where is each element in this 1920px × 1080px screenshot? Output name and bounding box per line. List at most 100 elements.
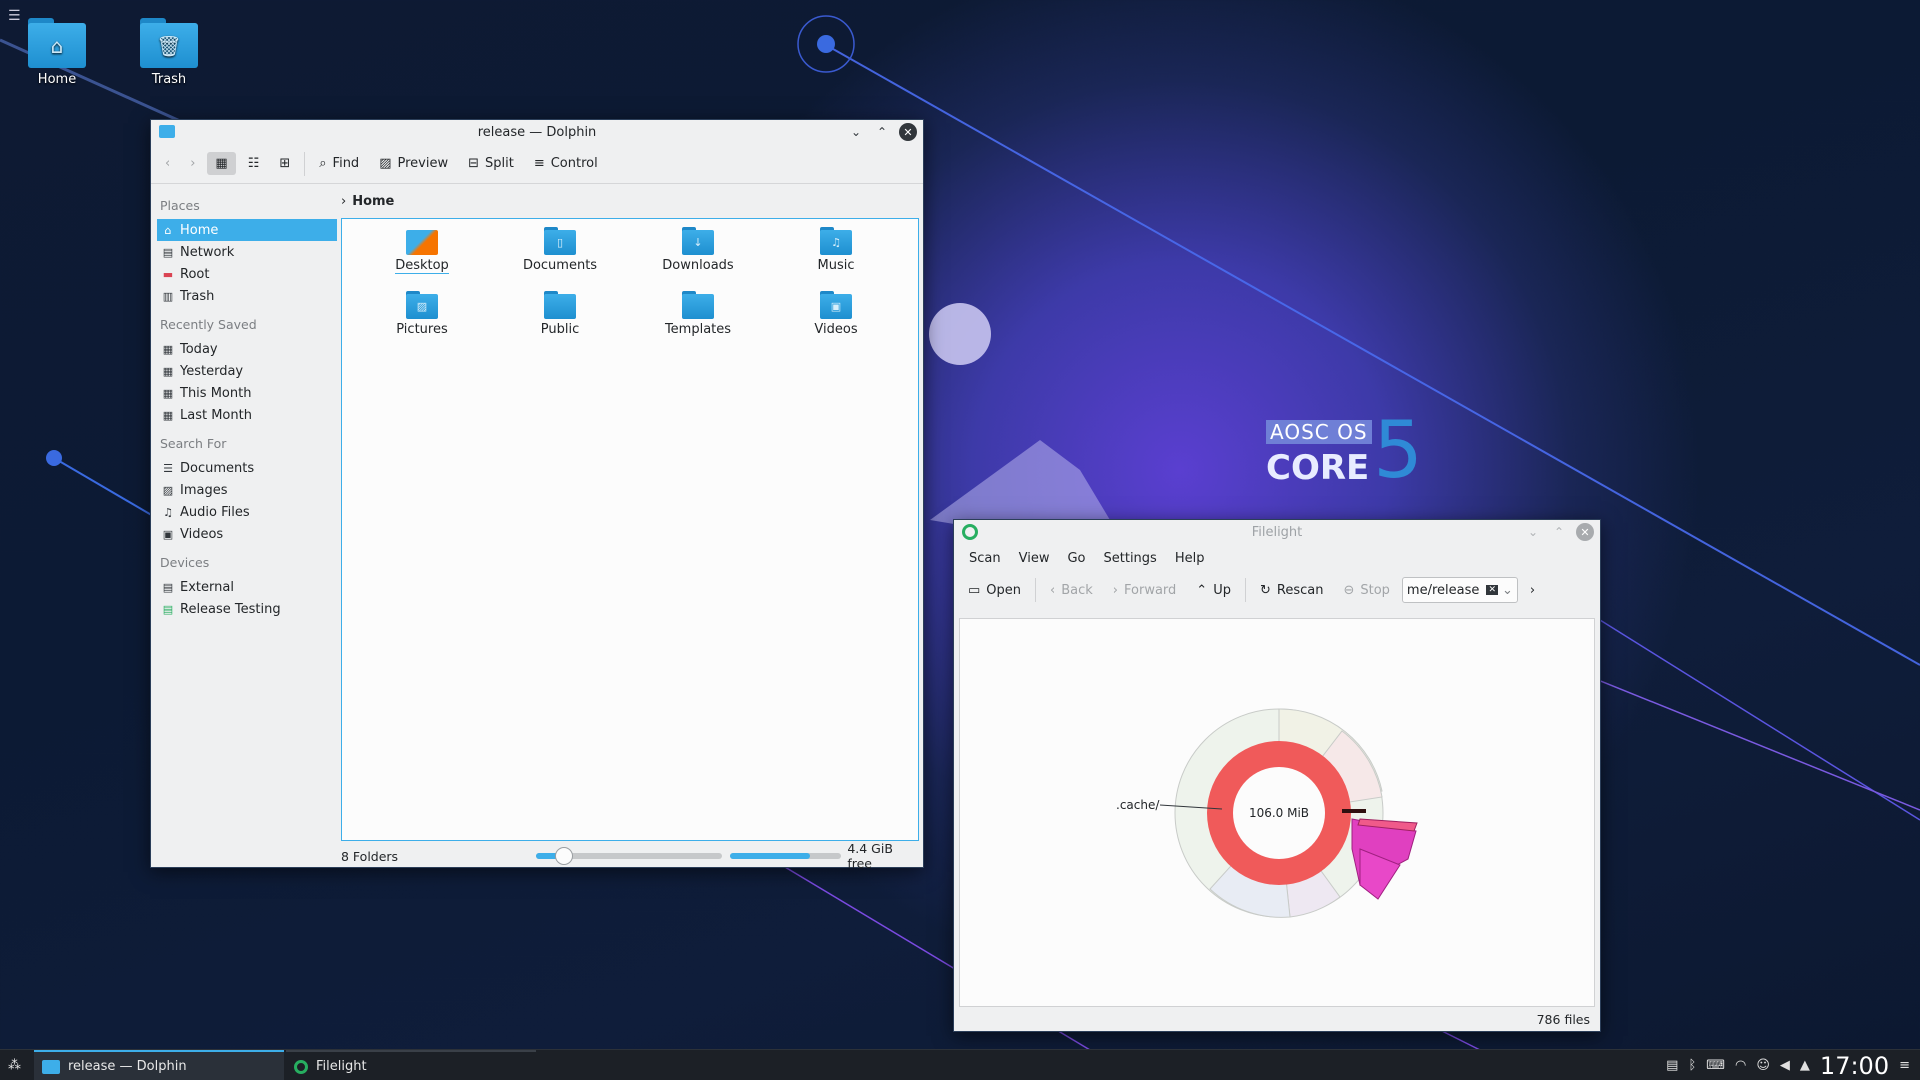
preview-button[interactable]: ▨ Preview [371,152,456,175]
minimize-icon[interactable]: ⌄ [847,123,865,141]
folder-pictures[interactable]: ▨ Pictures [362,291,482,337]
recent-this-month[interactable]: ▦ This Month [157,382,337,404]
device-external[interactable]: ▤ External [157,576,337,598]
clock[interactable]: 17:00 [1820,1052,1889,1080]
maximize-icon[interactable]: ⌃ [873,123,891,141]
place-trash[interactable]: ▥ Trash [157,285,337,307]
icons-view-icon[interactable]: ▦ [207,152,236,175]
filelight-task-icon [294,1059,308,1074]
control-label: Control [550,156,598,171]
menu-go[interactable]: Go [1058,551,1094,566]
home-icon: ⌂ [28,18,86,68]
recent-yesterday[interactable]: ▦ Yesterday [157,360,337,382]
file-view[interactable]: Desktop ▯ Documents ↓ Downloads ♫ Music … [341,218,919,841]
compact-view-icon[interactable]: ☷ [240,152,268,175]
up-button[interactable]: ⌃ Up [1188,579,1239,602]
place-label: Today [180,341,218,357]
folder-label: Videos [814,322,858,337]
menu-scan[interactable]: Scan [960,551,1010,566]
clear-icon[interactable]: ✕ [1486,585,1499,595]
dolphin-titlebar[interactable]: release — Dolphin ⌄ ⌃ ✕ [151,120,923,144]
window-title: release — Dolphin [477,124,597,140]
control-button[interactable]: ≡ Control [526,152,606,175]
desktop-icon-label: Home [37,72,77,87]
open-button[interactable]: ▭ Open [960,579,1029,602]
find-button[interactable]: ⌕ Find [311,152,367,175]
recent-today[interactable]: ▦ Today [157,338,337,360]
radial-map[interactable]: 106.0 MiB .cache/ [959,618,1595,1007]
panel-menu-icon[interactable]: ≡ [1899,1058,1910,1073]
recent-last-month[interactable]: ▦ Last Month [157,404,337,426]
folder-public[interactable]: Public [500,291,620,337]
zoom-slider-handle[interactable] [554,847,573,865]
search-images[interactable]: ▨ Images [157,479,337,501]
bluetooth-icon[interactable]: ᛒ [1688,1058,1696,1073]
task-label: release — Dolphin [68,1059,187,1074]
split-button[interactable]: ⊟ Split [460,152,522,175]
details-view-icon[interactable]: ⊞ [271,152,298,175]
segment-label: .cache/ [1116,798,1160,812]
back-button[interactable]: ‹ Back [1042,579,1101,602]
music-folder-icon: ♫ [820,227,852,255]
wifi-icon[interactable]: ◠ [1735,1058,1746,1073]
maximize-icon[interactable]: ⌃ [1550,523,1568,541]
breadcrumb[interactable]: › Home [341,194,394,209]
folder-label: Public [540,322,580,337]
stop-label: Stop [1360,582,1390,598]
back-icon[interactable]: ‹ [157,152,178,175]
menu-help[interactable]: Help [1166,551,1214,566]
place-label: Last Month [180,407,252,423]
forward-icon: › [1112,582,1118,598]
folder-music[interactable]: ♫ Music [776,227,896,273]
space-usage-bar [730,853,842,859]
search-audio[interactable]: ♫ Audio Files [157,501,337,523]
minimize-icon[interactable]: ⌄ [1524,523,1542,541]
forward-button[interactable]: › Forward [1105,579,1184,602]
section-header: Devices [160,555,210,570]
video-icon: ▣ [162,527,174,541]
volume-icon[interactable]: ◀ [1780,1058,1790,1073]
back-icon: ‹ [1050,582,1056,598]
desktop-home-icon[interactable]: ⌂ Home [12,18,102,87]
clipboard-icon[interactable]: ▤ [1666,1058,1678,1073]
search-videos[interactable]: ▣ Videos [157,523,337,545]
folder-videos[interactable]: ▣ Videos [776,291,896,337]
menu-view[interactable]: View [1010,551,1059,566]
split-label: Split [485,156,514,171]
zoom-slider[interactable] [535,847,723,865]
rescan-button[interactable]: ↻ Rescan [1252,579,1331,602]
place-label: Release Testing [180,601,281,617]
user-icon[interactable]: ☺ [1756,1058,1770,1073]
launcher-icon[interactable]: ⁂ [0,1050,34,1080]
close-icon[interactable]: ✕ [899,123,917,141]
tray-expand-icon[interactable]: ▲ [1800,1058,1810,1073]
keyboard-icon[interactable]: ⌨ [1706,1058,1725,1073]
place-label: Network [180,244,235,260]
folder-documents[interactable]: ▯ Documents [500,227,620,273]
chevron-down-icon[interactable]: ⌄ [1502,583,1513,598]
go-icon[interactable]: › [1522,579,1543,602]
forward-icon[interactable]: › [182,152,203,175]
dolphin-toolbar: ‹ › ▦ ☷ ⊞ ⌕ Find ▨ Preview ⊟ Split ≡ Control [151,144,923,184]
path-input[interactable]: me/release ✕ ⌄ [1401,577,1518,603]
device-release-testing[interactable]: ▤ Release Testing [157,598,337,620]
menu-settings[interactable]: Settings [1095,551,1166,566]
task-dolphin[interactable]: release — Dolphin [34,1050,284,1080]
search-documents[interactable]: ☰ Documents [157,457,337,479]
rescan-label: Rescan [1276,582,1324,598]
place-network[interactable]: ▤ Network [157,241,337,263]
stop-button[interactable]: ⊖ Stop [1335,579,1397,602]
folder-desktop[interactable]: Desktop [362,227,482,274]
place-home[interactable]: ⌂ Home [157,219,337,241]
desktop-trash-icon[interactable]: 🗑 Trash [124,18,214,87]
window-title: Filelight [1251,524,1303,540]
task-filelight[interactable]: Filelight [286,1050,536,1080]
document-icon: ☰ [163,461,173,475]
folder-downloads[interactable]: ↓ Downloads [638,227,758,273]
folder-label: Pictures [396,322,448,337]
place-root[interactable]: ▬ Root [157,263,337,285]
radial-map-canvas: 106.0 MiB .cache/ [1116,708,1418,918]
close-icon[interactable]: ✕ [1576,523,1594,541]
filelight-titlebar[interactable]: Filelight ⌄ ⌃ ✕ [954,520,1600,544]
folder-templates[interactable]: Templates [638,291,758,337]
